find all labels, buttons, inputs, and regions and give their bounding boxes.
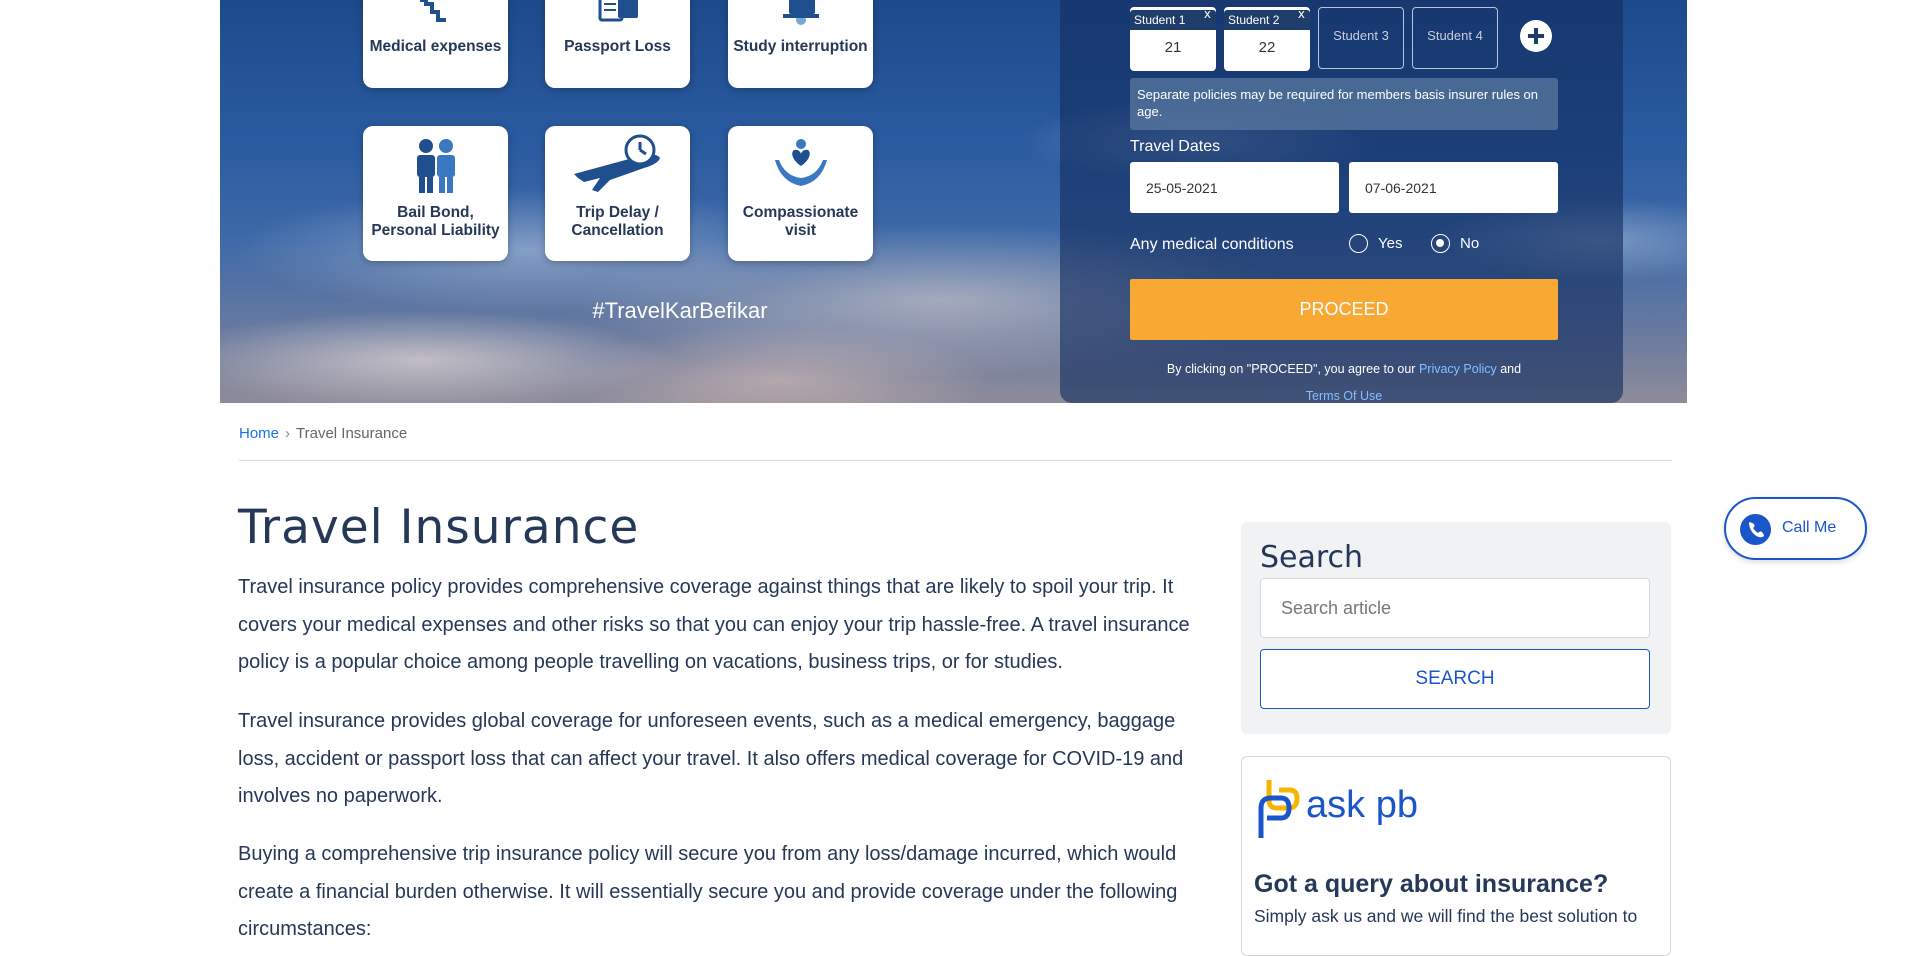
tile-label: Bail Bond, Personal Liability <box>371 204 500 239</box>
article-paragraph-2: Travel insurance provides global coverag… <box>238 710 1184 807</box>
hashtag-text: #TravelKarBefikar <box>592 298 768 323</box>
tile-bail-bond[interactable]: Bail Bond, Personal Liability <box>363 126 508 261</box>
student-2-card[interactable]: Student 2 x 22 <box>1224 7 1310 71</box>
breadcrumb-separator-icon: › <box>285 425 291 442</box>
askpb-logo-text: ask pb <box>1306 784 1418 826</box>
tile-label: Trip Delay / Cancellation <box>571 204 664 239</box>
study-interruption-icon <box>782 0 819 25</box>
age-policy-note: Separate policies may be required for me… <box>1130 78 1558 130</box>
breadcrumb-current: Travel Insurance <box>296 425 408 442</box>
agree-prefix: By clicking on "PROCEED", you agree to o… <box>1166 362 1416 376</box>
start-date-field[interactable]: 25-05-2021 <box>1130 162 1339 213</box>
medical-no-label[interactable]: No <box>1460 235 1479 252</box>
passport-loss-icon <box>598 0 638 22</box>
end-date-field[interactable]: 07-06-2021 <box>1349 162 1558 213</box>
article-paragraph-1: Travel insurance policy provides compreh… <box>238 576 1190 673</box>
phone-icon <box>1740 514 1771 545</box>
tile-label: Study interruption <box>733 38 868 55</box>
tile-trip-delay[interactable]: Trip Delay / Cancellation <box>545 126 690 261</box>
agree-and: and <box>1500 362 1522 376</box>
tile-passport-loss[interactable]: Passport Loss <box>545 0 690 88</box>
medical-no-radio[interactable] <box>1431 234 1450 253</box>
trip-delay-icon <box>573 134 660 192</box>
page-title: Travel Insurance <box>238 500 640 555</box>
search-input[interactable] <box>1260 578 1650 638</box>
student-3-placeholder: Student 3 <box>1333 28 1389 43</box>
search-button[interactable]: SEARCH <box>1260 649 1650 709</box>
tile-label: Passport Loss <box>564 38 671 55</box>
terms-of-use-link[interactable]: Terms Of Use <box>1306 389 1382 403</box>
bail-bond-icon <box>416 139 455 193</box>
student-3-slot[interactable]: Student 3 <box>1318 7 1404 69</box>
medical-expenses-icon <box>419 0 446 22</box>
breadcrumb-home-link[interactable]: Home <box>239 425 279 442</box>
tile-study-interruption[interactable]: Study interruption <box>728 0 873 88</box>
student-4-slot[interactable]: Student 4 <box>1412 7 1498 69</box>
divider <box>239 460 1672 461</box>
tile-label: Compassionate visit <box>742 204 859 239</box>
student-4-placeholder: Student 4 <box>1427 28 1483 43</box>
breadcrumb: Home › Travel Insurance <box>239 425 407 442</box>
student-2-age[interactable]: 22 <box>1224 39 1310 56</box>
askpb-description: Simply ask us and we will find the best … <box>1254 906 1638 926</box>
proceed-button[interactable]: PROCEED <box>1130 279 1558 340</box>
medical-yes-radio[interactable] <box>1349 234 1368 253</box>
remove-student-2-icon[interactable]: x <box>1298 7 1305 21</box>
terms-line: Terms Of Use <box>1100 389 1588 403</box>
compassionate-visit-icon <box>774 139 827 186</box>
call-me-label: Call Me <box>1782 519 1837 536</box>
tile-compassionate-visit[interactable]: Compassionate visit <box>728 126 873 261</box>
askpb-logo-icon <box>1258 780 1300 838</box>
remove-student-1-icon[interactable]: x <box>1204 7 1211 21</box>
tile-label: Medical expenses <box>369 38 502 55</box>
medical-yes-label[interactable]: Yes <box>1378 235 1402 252</box>
article-paragraph-3: Buying a comprehensive trip insurance po… <box>238 843 1178 940</box>
call-me-button[interactable]: Call Me <box>1724 497 1867 560</box>
search-title: Search <box>1260 540 1364 575</box>
student-1-age[interactable]: 21 <box>1130 39 1216 56</box>
privacy-policy-link[interactable]: Privacy Policy <box>1419 362 1497 376</box>
askpb-heading: Got a query about insurance? <box>1254 870 1609 898</box>
agree-text: By clicking on "PROCEED", you agree to o… <box>1100 362 1588 376</box>
student-1-card[interactable]: Student 1 x 21 <box>1130 7 1216 71</box>
add-student-icon[interactable] <box>1520 20 1552 52</box>
tile-medical-expenses[interactable]: Medical expenses <box>363 0 508 88</box>
travel-dates-label: Travel Dates <box>1130 138 1221 155</box>
medical-conditions-label: Any medical conditions <box>1130 236 1294 253</box>
